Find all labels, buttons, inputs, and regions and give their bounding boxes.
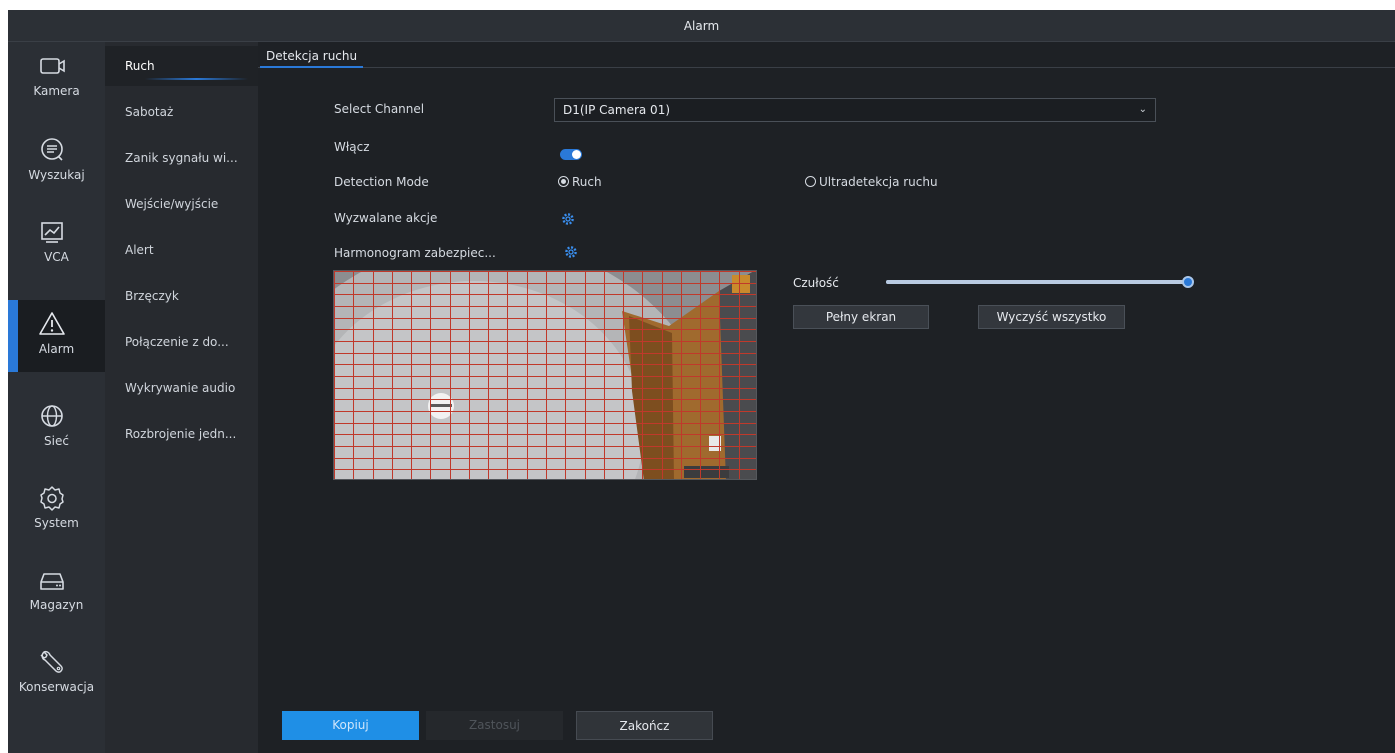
nav-item-magazyn[interactable]: Magazyn: [8, 556, 105, 628]
alert-triangle-icon: [36, 308, 68, 340]
motion-detection-grid[interactable]: [334, 271, 757, 480]
submenu-item-zanik-sygnalu[interactable]: Zanik sygnału wi...: [105, 138, 258, 178]
nav-item-kamera[interactable]: Kamera: [8, 42, 105, 114]
mode-radio-ruch[interactable]: Ruch: [558, 175, 602, 189]
content-panel: Detekcja ruchu Select Channel D1(IP Came…: [258, 42, 1395, 753]
select-channel-label: Select Channel: [334, 102, 425, 116]
enable-toggle[interactable]: [560, 149, 582, 160]
chart-icon: [36, 216, 68, 248]
fullscreen-button[interactable]: Pełny ekran: [793, 305, 929, 329]
nav-label: Alarm: [38, 342, 75, 356]
nav-label: Sieć: [44, 434, 69, 448]
submenu-item-sabotaz[interactable]: Sabotaż: [105, 92, 258, 132]
camera-preview[interactable]: [333, 270, 757, 480]
submenu-item-ruch[interactable]: Ruch: [105, 46, 258, 86]
sensitivity-slider[interactable]: [886, 276, 1194, 288]
radio-unchecked-icon: [805, 176, 816, 187]
exit-button[interactable]: Zakończ: [576, 711, 713, 740]
mode-radio-ultradetekcja[interactable]: Ultradetekcja ruchu: [805, 175, 938, 189]
nav-label: Kamera: [33, 84, 80, 98]
channel-select[interactable]: D1(IP Camera 01) ⌄: [554, 98, 1156, 122]
tab-detekcja-ruchu[interactable]: Detekcja ruchu: [260, 46, 364, 68]
schedule-gear-icon[interactable]: [564, 245, 578, 259]
submenu-item-rozbrojenie[interactable]: Rozbrojenie jedn...: [105, 414, 258, 454]
hdd-icon: [36, 564, 68, 596]
sensitivity-slider-fill: [886, 280, 1188, 284]
mode-radio-label: Ultradetekcja ruchu: [819, 175, 938, 189]
submenu-item-brzeczyk[interactable]: Brzęczyk: [105, 276, 258, 316]
submenu-item-alert[interactable]: Alert: [105, 230, 258, 270]
wrench-icon: [36, 646, 68, 678]
apply-button: Zastosuj: [426, 711, 563, 740]
nav-label: VCA: [44, 250, 69, 264]
sensitivity-label: Czułość: [793, 276, 839, 290]
schedule-label: Harmonogram zabezpiec...: [334, 246, 496, 260]
nav-item-konserwacja[interactable]: Konserwacja: [8, 638, 105, 710]
nav-label: System: [34, 516, 79, 530]
triggered-actions-label: Wyzwalane akcje: [334, 211, 438, 225]
app-window: Alarm Kamera Wyszukaj VCA Alarm Sieć Sys…: [8, 10, 1395, 753]
nav-item-wyszukaj[interactable]: Wyszukaj: [8, 126, 105, 198]
nav-label: Magazyn: [29, 598, 84, 612]
globe-icon: [36, 400, 68, 432]
nav-label: Wyszukaj: [28, 168, 85, 182]
mode-radio-label: Ruch: [572, 175, 602, 189]
nav-item-siec[interactable]: Sieć: [8, 392, 105, 464]
alarm-submenu: Ruch Sabotaż Zanik sygnału wi... Wejście…: [105, 42, 258, 753]
enable-label: Włącz: [334, 140, 370, 154]
sensitivity-slider-handle[interactable]: [1182, 276, 1194, 288]
channel-select-value: D1(IP Camera 01): [563, 103, 671, 117]
submenu-item-wejscie-wyjscie[interactable]: Wejście/wyjście: [105, 184, 258, 224]
nav-item-alarm[interactable]: Alarm: [8, 300, 105, 372]
main-nav: Kamera Wyszukaj VCA Alarm Sieć System Ma…: [8, 42, 105, 753]
window-title: Alarm: [8, 10, 1395, 42]
nav-label: Konserwacja: [18, 680, 95, 694]
nav-item-system[interactable]: System: [8, 474, 105, 546]
submenu-item-polaczenie[interactable]: Połączenie z do...: [105, 322, 258, 362]
clear-all-button[interactable]: Wyczyść wszystko: [978, 305, 1125, 329]
toggle-knob: [572, 150, 581, 159]
copy-button[interactable]: Kopiuj: [282, 711, 419, 740]
detection-mode-label: Detection Mode: [334, 175, 429, 189]
radio-checked-icon: [558, 176, 569, 187]
submenu-item-wykrywanie-audio[interactable]: Wykrywanie audio: [105, 368, 258, 408]
triggered-actions-gear-icon[interactable]: [561, 212, 575, 226]
chevron-down-icon: ⌄: [1138, 104, 1147, 115]
tab-bar: Detekcja ruchu: [258, 42, 1395, 68]
camera-icon: [36, 50, 68, 82]
gear-icon: [36, 482, 68, 514]
search-icon: [36, 134, 68, 166]
nav-item-vca[interactable]: VCA: [8, 208, 105, 280]
